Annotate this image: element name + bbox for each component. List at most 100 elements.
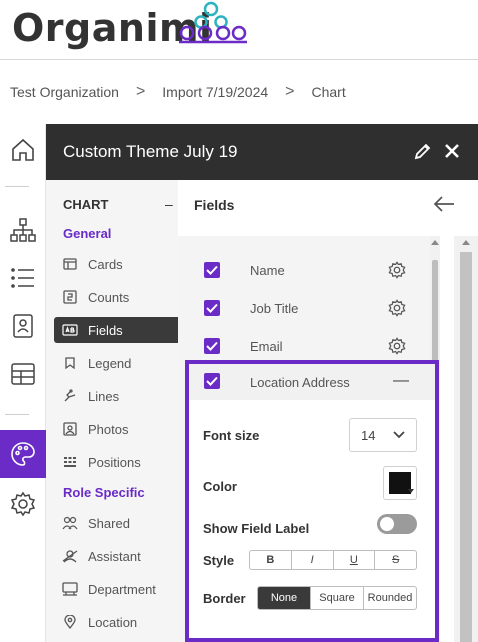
nav-item-label: Positions [88, 454, 141, 470]
nav-item-label: Fields [88, 322, 123, 338]
border-rounded-button[interactable]: Rounded [364, 587, 416, 609]
nav-item-label: Legend [88, 355, 132, 371]
nav-item-label: Shared [88, 515, 130, 531]
field-checkbox[interactable] [204, 373, 220, 389]
nav-item-label: Photos [88, 421, 129, 437]
scroll-up-icon [431, 240, 439, 245]
rail-divider [5, 186, 29, 187]
nav-item-photos[interactable]: Photos [54, 416, 178, 442]
strikethrough-button[interactable]: S [375, 551, 416, 569]
nav-item-cards[interactable]: Cards [54, 251, 178, 277]
nav-group-role-specific: Role Specific [63, 485, 145, 500]
collapse-minus-icon[interactable]: — [393, 372, 409, 390]
italic-button[interactable]: I [292, 551, 334, 569]
cards-icon [62, 256, 78, 272]
left-rail [0, 124, 46, 642]
nav-collapse-button[interactable]: – [165, 196, 173, 212]
nav-item-location[interactable]: Location [54, 609, 178, 635]
color-label: Color [203, 479, 237, 494]
field-label: Email [250, 339, 283, 354]
outer-scrollbar-thumb[interactable] [460, 252, 472, 642]
photos-icon [62, 421, 78, 437]
breadcrumb-organization[interactable]: Test Organization [10, 84, 119, 100]
nav-section-chart: CHART [63, 197, 109, 212]
nav-item-label: Location [88, 614, 138, 630]
gear-icon[interactable] [388, 261, 406, 279]
rail-org-chart[interactable] [0, 208, 46, 252]
nav-item-label: Lines [88, 388, 120, 404]
nav-item-assistant[interactable]: Assistant [54, 543, 178, 569]
nav-item-department[interactable]: Department [54, 576, 178, 602]
nav-item-lines[interactable]: Lines [54, 383, 178, 409]
app-header: Organimi [0, 0, 478, 60]
font-size-select[interactable]: 14 [349, 418, 417, 452]
outer-scrollbar[interactable] [454, 236, 478, 642]
check-icon [206, 341, 218, 351]
selected-field-panel: Location Address — Font size 14 Color Sh… [185, 360, 439, 642]
field-checkbox[interactable] [204, 338, 220, 354]
shared-icon [62, 515, 78, 531]
assistant-icon [62, 548, 78, 564]
table-icon [11, 363, 35, 385]
scroll-up-icon [462, 240, 470, 245]
nav-item-label: Counts [88, 289, 130, 305]
underline-button[interactable]: U [334, 551, 376, 569]
close-icon[interactable] [443, 142, 461, 160]
show-field-label-label: Show Field Label [203, 521, 310, 536]
nav-item-fields[interactable]: Fields [54, 317, 178, 343]
rail-home[interactable] [0, 128, 46, 172]
gear-icon[interactable] [388, 337, 406, 355]
font-size-value: 14 [361, 428, 376, 443]
nav-item-legend[interactable]: Legend [54, 350, 178, 376]
show-field-label-toggle[interactable] [377, 514, 417, 534]
check-icon [206, 376, 218, 386]
border-none-button[interactable]: None [258, 587, 311, 609]
field-checkbox[interactable] [204, 262, 220, 278]
border-square-button[interactable]: Square [311, 587, 364, 609]
field-label: Name [250, 263, 285, 278]
selected-field-header[interactable]: Location Address — [189, 364, 435, 400]
department-icon [62, 581, 78, 597]
palette-icon [11, 442, 35, 466]
nav-item-label: Department [88, 581, 156, 597]
selected-field-label: Location Address [250, 375, 350, 390]
rail-profile[interactable] [0, 304, 46, 348]
nav-item-label: Assistant [88, 548, 141, 564]
breadcrumb-separator: > [135, 83, 146, 100]
nav-item-positions[interactable]: Positions [54, 449, 178, 475]
org-chart-icon [10, 218, 36, 242]
nav-item-shared[interactable]: Shared [54, 510, 178, 536]
rail-list[interactable] [0, 256, 46, 300]
color-picker[interactable] [383, 466, 417, 500]
field-label: Job Title [250, 301, 299, 316]
breadcrumb-import[interactable]: Import 7/19/2024 [162, 84, 268, 100]
font-size-label: Font size [203, 428, 260, 443]
gear-icon[interactable] [388, 299, 406, 317]
positions-icon [62, 454, 78, 470]
rail-settings[interactable] [0, 482, 46, 526]
border-button-group: None Square Rounded [257, 586, 417, 610]
legend-icon [62, 355, 78, 371]
theme-panel: Custom Theme July 19 CHART – General Car… [46, 124, 478, 642]
style-label: Style [203, 553, 235, 568]
check-icon [206, 265, 218, 275]
nav-group-general: General [63, 226, 112, 241]
fields-icon [62, 322, 78, 338]
settings-icon [10, 491, 36, 517]
breadcrumb-chart[interactable]: Chart [312, 84, 346, 100]
rail-table[interactable] [0, 352, 46, 396]
fields-content: Fields Name Job Title Email Location Add… [178, 180, 478, 642]
rail-divider [5, 414, 29, 415]
rail-theme[interactable] [0, 430, 46, 478]
nav-item-counts[interactable]: Counts [54, 284, 178, 310]
badge-icon [13, 314, 33, 338]
field-row-email: Email [178, 328, 430, 364]
check-icon [206, 303, 218, 313]
toggle-knob [380, 517, 394, 531]
nav-item-label: Cards [88, 256, 123, 272]
pencil-icon[interactable] [414, 142, 432, 160]
bold-button[interactable]: B [250, 551, 292, 569]
arrow-left-icon[interactable] [432, 194, 456, 214]
field-checkbox[interactable] [204, 300, 220, 316]
field-row-job-title: Job Title [178, 290, 430, 326]
